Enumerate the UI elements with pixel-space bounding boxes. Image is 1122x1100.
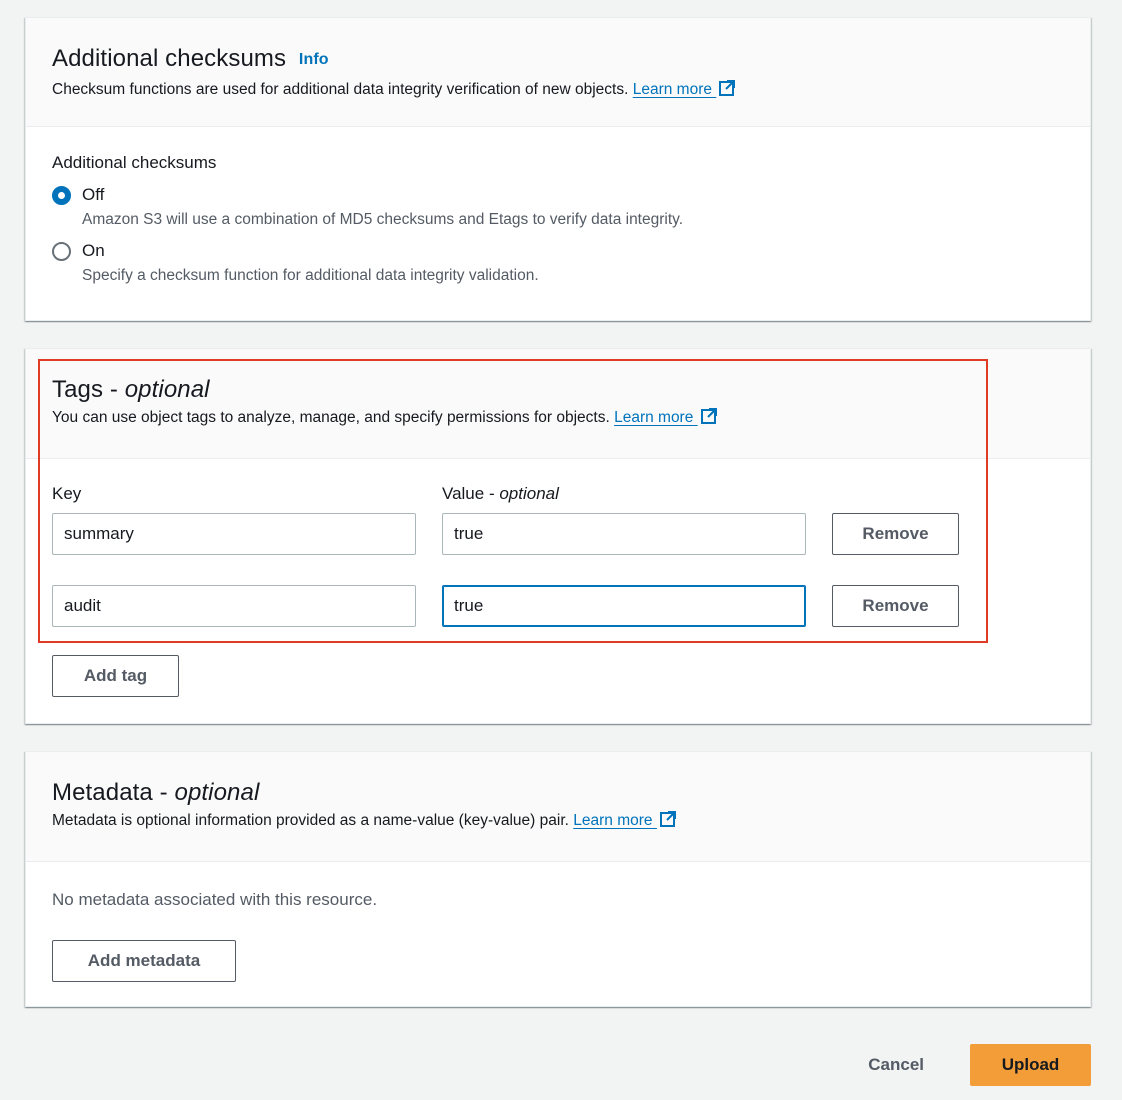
checksums-description: Checksum functions are used for addition… [52,79,1064,101]
external-link-icon [659,811,676,827]
tags-title-text: Tags - [52,376,125,403]
tag-key-input[interactable] [52,585,416,627]
key-column-label: Key [52,484,82,503]
checksums-field-label: Additional checksums [52,153,217,172]
metadata-empty-message: No metadata associated with this resourc… [52,890,378,909]
radio-on[interactable] [52,242,71,261]
external-link-icon [700,408,717,424]
metadata-description-text: Metadata is optional information provide… [52,812,569,829]
remove-tag-button[interactable]: Remove [832,585,959,627]
metadata-panel: Metadata - optional Metadata is optional… [25,751,1091,1007]
tags-title-optional: optional [124,376,210,403]
checksums-panel-body: Additional checksums Off Amazon S3 will … [26,127,1090,287]
tag-key-input[interactable] [52,513,416,555]
value-column-label: Value - optional [442,484,559,503]
metadata-title-optional: optional [174,779,260,806]
checksum-option-on[interactable]: On Specify a checksum function for addit… [52,240,1064,287]
tags-panel-body: Key Value - optional Remove Remove Add t… [26,459,1090,697]
tag-column-labels: Key Value - optional [52,483,1064,505]
tags-description-text: You can use object tags to analyze, mana… [52,409,610,426]
upload-button[interactable]: Upload [970,1044,1091,1086]
metadata-panel-body: No metadata associated with this resourc… [26,862,1090,982]
tags-title: Tags - optional [52,375,1064,405]
checksums-title-text: Additional checksums [52,45,287,72]
radio-on-description: Specify a checksum function for addition… [82,267,539,284]
radio-off[interactable] [52,186,71,205]
add-metadata-button[interactable]: Add metadata [52,940,236,982]
metadata-description: Metadata is optional information provide… [52,810,1064,832]
checksums-panel-header: Additional checksums Info Checksum funct… [26,18,1090,127]
checksums-description-text: Checksum functions are used for addition… [52,81,629,98]
info-link[interactable]: Info [299,51,329,68]
tags-panel: Tags - optional You can use object tags … [25,348,1091,724]
checksums-learn-more-link[interactable]: Learn more [633,80,737,98]
radio-off-description: Amazon S3 will use a combination of MD5 … [82,211,684,228]
tag-value-input[interactable] [442,585,806,627]
add-tag-button[interactable]: Add tag [52,655,179,697]
radio-off-label: Off [82,185,105,204]
checksums-title: Additional checksums Info [52,44,1064,77]
metadata-title: Metadata - optional [52,778,1064,808]
external-link-icon [719,80,736,96]
tag-row: Remove [52,585,1064,627]
tags-panel-header: Tags - optional You can use object tags … [26,349,1090,459]
metadata-title-text: Metadata - [52,779,175,806]
remove-tag-button[interactable]: Remove [832,513,959,555]
tags-description: You can use object tags to analyze, mana… [52,407,1064,429]
footer-actions: Cancel Upload [846,1044,1091,1086]
cancel-button[interactable]: Cancel [846,1044,946,1086]
tags-learn-more-link[interactable]: Learn more [614,408,718,426]
tag-row: Remove [52,513,1064,555]
metadata-learn-more-link[interactable]: Learn more [573,811,677,829]
checksums-panel: Additional checksums Info Checksum funct… [25,17,1091,321]
tag-value-input[interactable] [442,513,806,555]
checksum-option-off[interactable]: Off Amazon S3 will use a combination of … [52,184,1064,231]
radio-on-label: On [82,241,105,260]
metadata-panel-header: Metadata - optional Metadata is optional… [26,752,1090,862]
